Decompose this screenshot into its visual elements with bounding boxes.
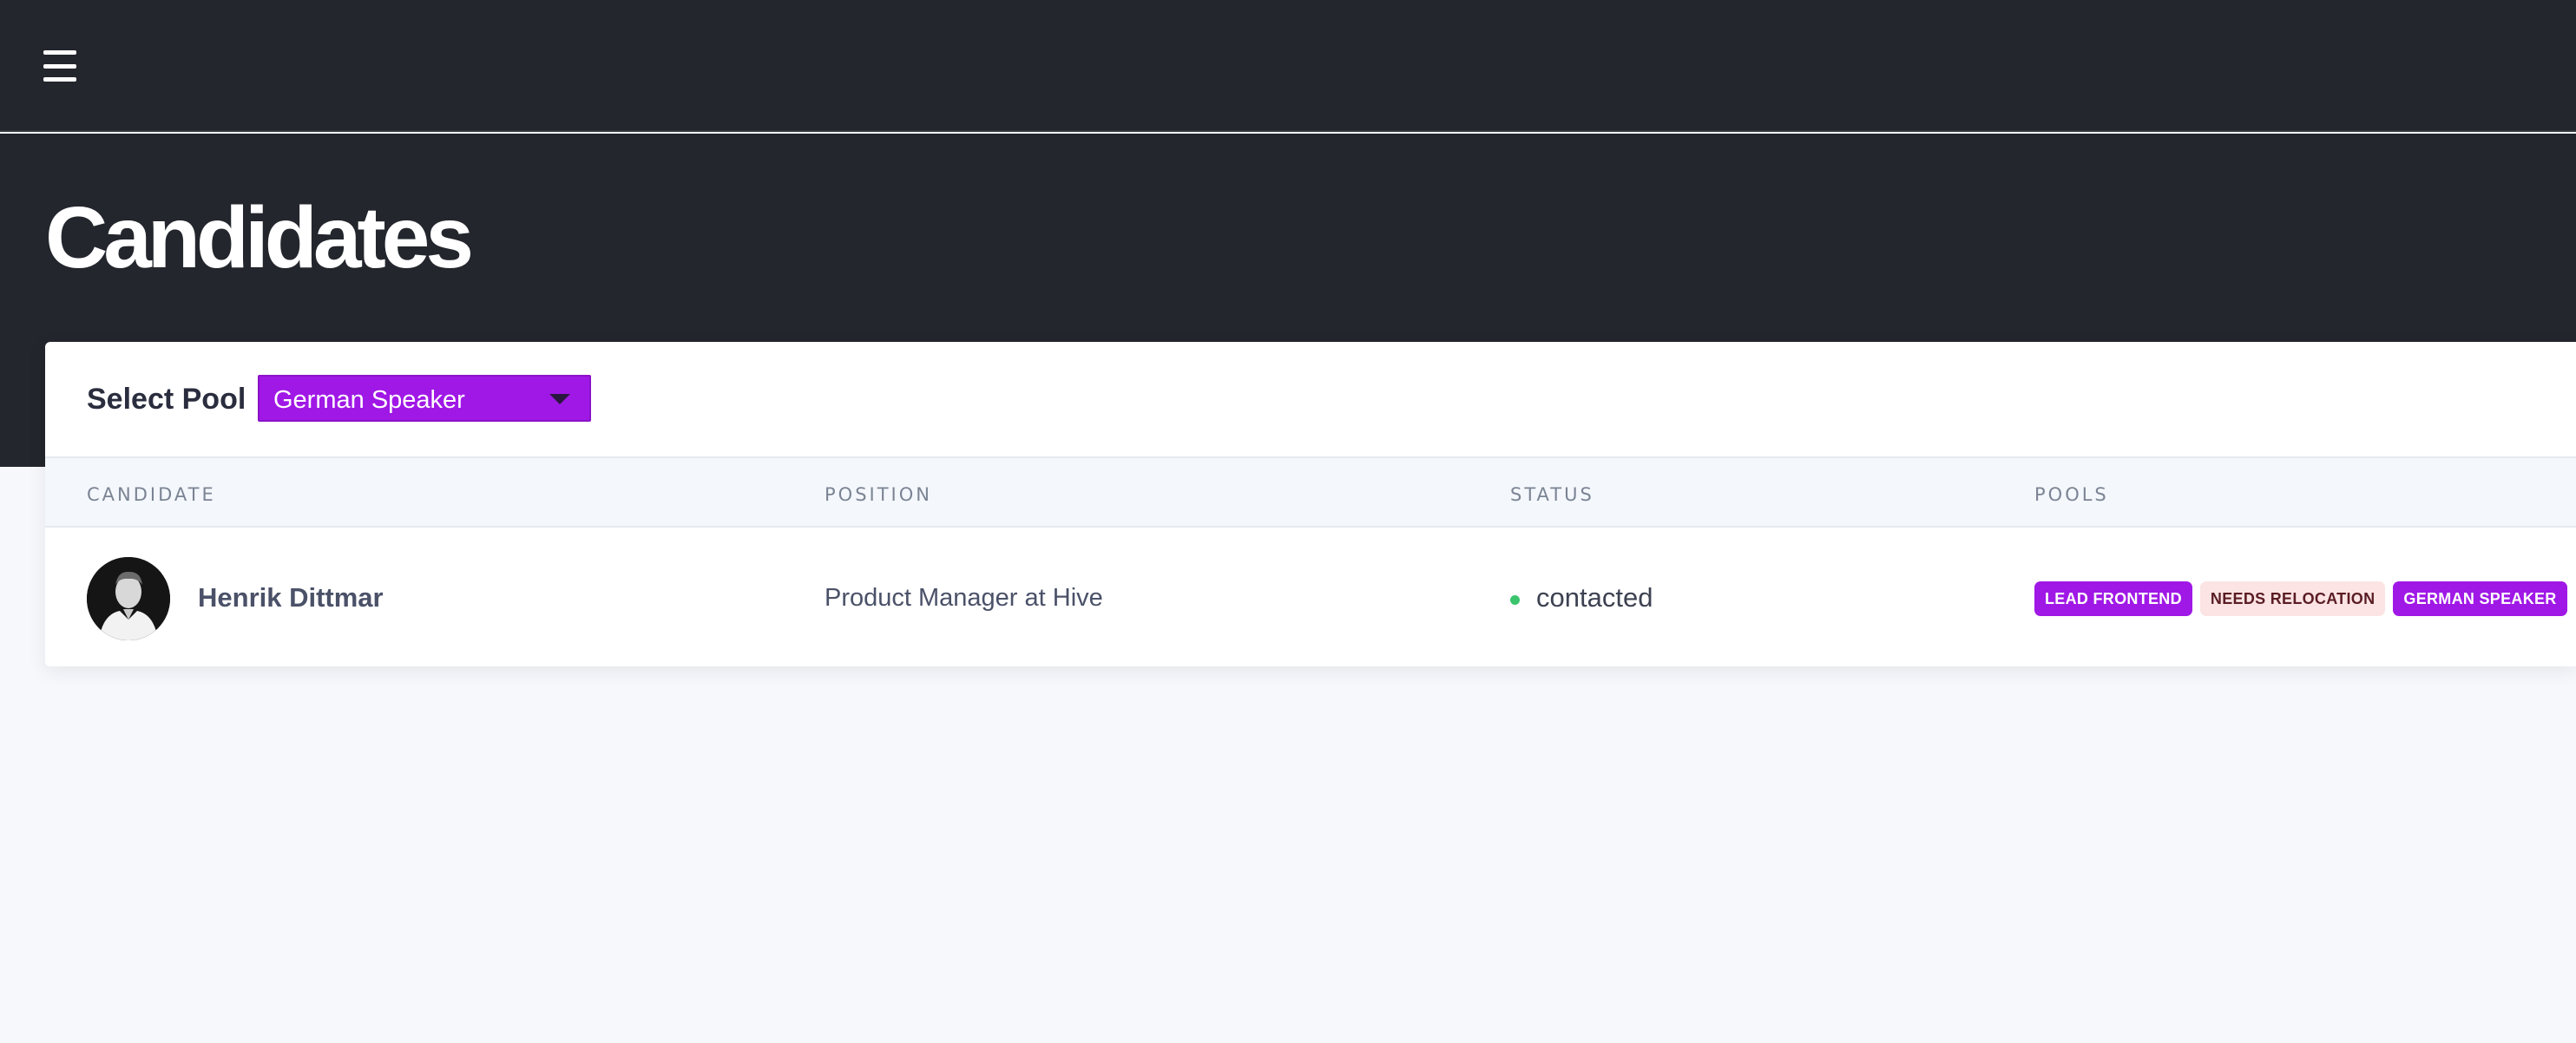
table-row[interactable]: Henrik Dittmar Product Manager at Hive c… <box>45 528 2576 666</box>
select-pool-label: Select Pool <box>87 383 246 416</box>
pool-tag-lead-frontend[interactable]: LEAD FRONTEND <box>2034 581 2192 616</box>
candidate-position: Product Manager at Hive <box>825 584 1103 612</box>
column-header-candidate[interactable]: CANDIDATE <box>87 484 216 505</box>
top-navbar <box>0 0 2576 132</box>
status-indicator-dot <box>1510 595 1520 605</box>
candidate-name[interactable]: Henrik Dittmar <box>198 581 384 614</box>
pool-tag-german-speaker[interactable]: GERMAN SPEAKER <box>2393 581 2567 616</box>
pool-tags: LEAD FRONTEND NEEDS RELOCATION GERMAN SP… <box>2034 581 2567 616</box>
hamburger-menu-icon[interactable] <box>43 50 76 82</box>
candidates-card: Select Pool German Speaker CANDIDATE POS… <box>45 342 2576 666</box>
pool-select-value: German Speaker <box>273 386 465 414</box>
card-header: Select Pool German Speaker <box>45 342 2576 456</box>
page-title: Candidates <box>45 189 474 286</box>
pool-tag-needs-relocation[interactable]: NEEDS RELOCATION <box>2199 581 2386 616</box>
column-header-position[interactable]: POSITION <box>825 484 932 505</box>
caret-down-icon <box>549 394 570 404</box>
candidate-status: contacted <box>1536 582 1653 613</box>
column-header-pools[interactable]: POOLS <box>2034 484 2109 505</box>
avatar <box>87 557 170 640</box>
column-header-status[interactable]: STATUS <box>1510 484 1594 505</box>
person-photo-icon <box>87 557 170 640</box>
table-header: CANDIDATE POSITION STATUS POOLS <box>45 456 2576 528</box>
pool-select-dropdown[interactable]: German Speaker <box>258 375 591 422</box>
